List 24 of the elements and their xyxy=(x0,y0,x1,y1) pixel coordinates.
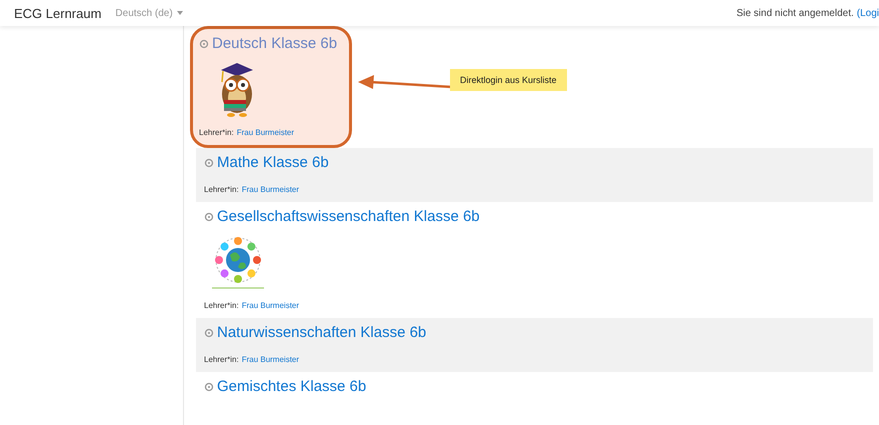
callout-note: Direktlogin aus Kursliste xyxy=(450,69,567,91)
teacher-link[interactable]: Frau Burmeister xyxy=(236,128,294,137)
teacher-label: Lehrer*in: xyxy=(204,185,239,194)
teacher-label: Lehrer*in: xyxy=(204,301,239,310)
course-title[interactable]: Gemischtes Klasse 6b xyxy=(217,378,366,395)
login-link[interactable]: (Logi xyxy=(856,8,879,18)
course-title[interactable]: Deutsch Klasse 6b xyxy=(212,35,338,52)
course-icon xyxy=(204,158,214,168)
caret-icon xyxy=(176,11,183,15)
course-icon xyxy=(204,382,214,392)
course-title[interactable]: Gesellschaftswissenschaften Klasse 6b xyxy=(217,208,480,225)
course-icon xyxy=(204,212,214,222)
teacher-label: Lehrer*in: xyxy=(204,355,239,364)
course-icon xyxy=(204,328,214,338)
course-title[interactable]: Naturwissenschaften Klasse 6b xyxy=(217,324,426,341)
teacher-label: Lehrer*in: xyxy=(199,128,234,137)
course-icon xyxy=(199,38,209,48)
login-status: Sie sind nicht angemeldet. xyxy=(736,8,854,18)
teacher-link[interactable]: Frau Burmeister xyxy=(242,301,300,310)
teacher-link[interactable]: Frau Burmeister xyxy=(242,185,300,194)
language-menu[interactable]: Deutsch (de) xyxy=(115,8,183,18)
course-title[interactable]: Mathe Klasse 6b xyxy=(217,154,329,171)
teacher-link[interactable]: Frau Burmeister xyxy=(242,355,300,364)
site-name[interactable]: ECG Lernraum xyxy=(14,6,102,20)
